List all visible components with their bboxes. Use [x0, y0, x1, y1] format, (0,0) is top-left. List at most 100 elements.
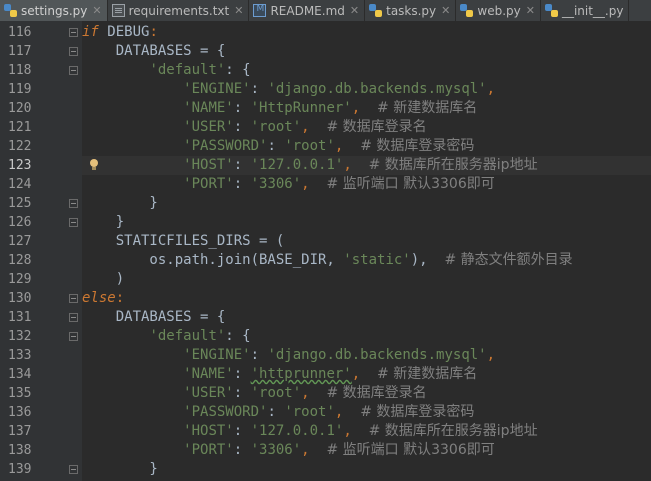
close-icon[interactable]: ✕	[234, 4, 243, 17]
code-line[interactable]: )	[82, 270, 651, 289]
line-number: 118	[8, 63, 32, 78]
code-line[interactable]: 'NAME': 'httprunner', # 新建数据库名	[82, 365, 651, 384]
code-token: '127.0.0.1'	[250, 423, 344, 439]
line-number: 119	[8, 82, 32, 97]
code-line[interactable]: if DEBUG:	[82, 23, 651, 42]
code-token: ,	[334, 138, 361, 154]
line-number: 129	[8, 272, 32, 287]
line-number: 130	[8, 291, 32, 306]
fold-collapse-icon[interactable]	[69, 313, 78, 322]
code-line[interactable]: 'PORT': '3306', # 监听端口 默认3306即可	[82, 175, 651, 194]
code-line[interactable]: 'PASSWORD': 'root', # 数据库登录密码	[82, 403, 651, 422]
fold-collapse-icon[interactable]	[69, 47, 78, 56]
code-token: :	[149, 24, 158, 40]
code-line[interactable]: }	[82, 213, 651, 232]
code-line[interactable]: 'PORT': '3306', # 监听端口 默认3306即可	[82, 441, 651, 460]
code-token: : {	[225, 62, 251, 78]
line-number: 122	[8, 139, 32, 154]
code-token: # 数据库登录名	[326, 385, 427, 401]
code-token: 'httprunner'	[250, 366, 352, 382]
code-token: STATICFILES_DIRS = (	[82, 233, 285, 249]
close-icon[interactable]: ✕	[92, 4, 101, 17]
code-line[interactable]: }	[82, 460, 651, 479]
tab-requirements-txt[interactable]: requirements.txt ✕	[108, 0, 250, 21]
code-token: )	[82, 271, 125, 287]
code-token: :	[233, 100, 251, 116]
code-editor[interactable]: if DEBUG: DATABASES = { 'default': { 'EN…	[82, 21, 651, 481]
code-line[interactable]: 'USER': 'root', # 数据库登录名	[82, 384, 651, 403]
code-token: ,	[301, 176, 327, 192]
code-line[interactable]: 'HOST': '127.0.0.1', # 数据库所在服务器ip地址	[82, 422, 651, 441]
line-number: 139	[8, 462, 32, 477]
fold-end-icon[interactable]	[69, 218, 78, 227]
code-token: DATABASES = {	[82, 309, 226, 325]
line-number: 121	[8, 120, 32, 135]
code-token: 'USER'	[183, 119, 234, 135]
code-line[interactable]: DATABASES = {	[82, 42, 651, 61]
tab-label: tasks.py	[386, 3, 437, 18]
fold-collapse-icon[interactable]	[69, 28, 78, 37]
tab-tasks-py[interactable]: tasks.py ✕	[365, 0, 457, 21]
code-token: # 数据库登录密码	[360, 404, 475, 420]
code-token: 'root'	[250, 119, 302, 135]
code-line[interactable]: DATABASES = {	[82, 308, 651, 327]
code-line[interactable]: 'ENGINE': 'django.db.backends.mysql',	[82, 80, 651, 99]
code-token: ),	[410, 252, 445, 268]
line-number: 137	[8, 424, 32, 439]
tab-readme-md[interactable]: README.md ✕	[249, 0, 366, 21]
tab-web-py[interactable]: web.py ✕	[456, 0, 541, 21]
code-line[interactable]: }	[82, 194, 651, 213]
code-token: }	[82, 461, 158, 477]
code-line[interactable]: 'NAME': 'HttpRunner', # 新建数据库名	[82, 99, 651, 118]
fold-collapse-icon[interactable]	[69, 66, 78, 75]
code-token: 'default'	[149, 328, 226, 344]
code-token: 'HOST'	[183, 423, 234, 439]
line-number: 128	[8, 253, 32, 268]
fold-collapse-icon[interactable]	[69, 332, 78, 341]
code-token: ,	[343, 423, 369, 439]
code-line[interactable]: STATICFILES_DIRS = (	[82, 232, 651, 251]
fold-end-icon[interactable]	[69, 465, 78, 474]
fold-end-icon[interactable]	[69, 199, 78, 208]
line-number-gutter: 116 117 118 119 120 121 122 123 124 125 126 127 128 1…	[0, 21, 82, 481]
lightbulb-icon[interactable]	[89, 159, 99, 171]
code-token: os.path.join(BASE_DIR,	[82, 252, 344, 268]
code-line[interactable]: 'default': {	[82, 61, 651, 80]
fold-collapse-icon[interactable]	[69, 294, 78, 303]
code-token: :	[267, 138, 285, 154]
tab-init-py[interactable]: __init__.py	[541, 0, 630, 21]
close-icon[interactable]: ✕	[526, 4, 535, 17]
code-token: 'django.db.backends.mysql'	[267, 347, 487, 363]
code-line[interactable]: else:	[82, 289, 651, 308]
code-token: '3306'	[250, 176, 302, 192]
tab-label: README.md	[270, 3, 345, 18]
close-icon[interactable]: ✕	[350, 4, 359, 17]
code-line[interactable]: 'PASSWORD': 'root', # 数据库登录密码	[82, 137, 651, 156]
code-token: 'PORT'	[183, 442, 234, 458]
code-token: :	[250, 347, 268, 363]
code-line[interactable]: 'default': {	[82, 327, 651, 346]
code-line[interactable]: 'ENGINE': 'django.db.backends.mysql',	[82, 346, 651, 365]
code-token: 'PASSWORD'	[183, 138, 268, 154]
code-token: # 数据库登录名	[326, 119, 427, 135]
code-line[interactable]: 'USER': 'root', # 数据库登录名	[82, 118, 651, 137]
code-token: :	[233, 176, 251, 192]
code-line[interactable]: os.path.join(BASE_DIR, 'static'), # 静态文件…	[82, 251, 651, 270]
code-line[interactable]: 'HOST': '127.0.0.1', # 数据库所在服务器ip地址	[82, 156, 651, 175]
code-token: ,	[343, 157, 369, 173]
line-number: 117	[8, 44, 32, 59]
python-file-icon	[369, 4, 383, 17]
close-icon[interactable]: ✕	[441, 4, 450, 17]
tab-settings-py[interactable]: settings.py ✕	[0, 0, 108, 21]
code-token: '3306'	[250, 442, 302, 458]
